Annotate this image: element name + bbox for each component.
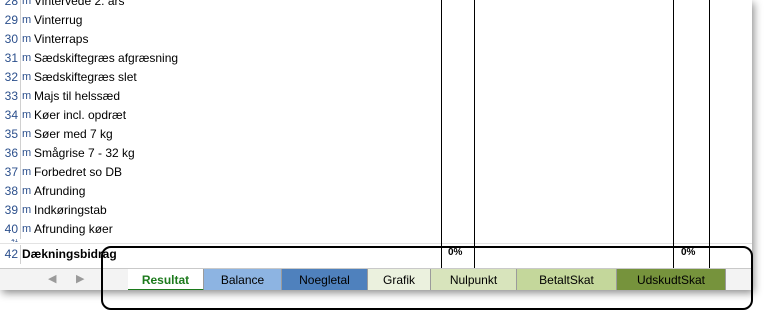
row-number[interactable]: 33 (4, 87, 18, 106)
sheet-row[interactable]: 38 m Afrunding (0, 182, 752, 201)
row-header-divider (20, 30, 21, 49)
sheet-row[interactable]: 33 m Majs til helssæd (0, 87, 752, 106)
sheet-row[interactable]: 32 m Sædskiftegræs slet (0, 68, 752, 87)
row-marker: m (22, 147, 32, 159)
row-header-divider (20, 182, 21, 201)
row-number[interactable]: 31 (4, 49, 18, 68)
row-header-divider (20, 144, 21, 163)
row-header-divider (20, 220, 21, 239)
row-marker: m (22, 185, 32, 197)
row-number[interactable]: 29 (4, 11, 18, 30)
row-header-divider (20, 125, 21, 144)
sheet-row[interactable]: 36 m Smågrise 7 - 32 kg (0, 144, 752, 163)
row-number[interactable]: 39 (4, 201, 18, 220)
row-label[interactable]: Søer med 7 kg (34, 125, 113, 144)
row-number[interactable]: 42 (4, 245, 18, 264)
row-label[interactable]: Køer incl. opdræt (34, 106, 126, 125)
row-label[interactable]: Sædskiftegræs slet (34, 68, 137, 87)
sheet-row[interactable]: 31 m Sædskiftegræs afgræsning (0, 49, 752, 68)
row-label[interactable]: Afrunding (34, 182, 85, 201)
row-marker: m (22, 166, 32, 178)
sheet-row[interactable]: 28 m Vintervede 2. års (0, 0, 752, 11)
row-header-divider (20, 245, 21, 264)
row-header-divider (20, 87, 21, 106)
row-number[interactable]: 34 (4, 106, 18, 125)
row-number[interactable]: 35 (4, 125, 18, 144)
row-label[interactable]: Vinterraps (34, 30, 88, 49)
row-label[interactable]: Vinterrug (34, 11, 82, 30)
sheet-row[interactable]: 40 m Afrunding køer (0, 220, 752, 239)
row-number[interactable]: 30 (4, 30, 18, 49)
scroll-tabs-left-icon[interactable]: ◀ (48, 272, 56, 285)
row-marker: m (22, 223, 32, 235)
sheet-row[interactable]: 30 m Vinterraps (0, 30, 752, 49)
row-marker: m (22, 71, 32, 83)
row-header-divider (20, 11, 21, 30)
row-divider (0, 243, 752, 244)
row-header-divider (20, 0, 21, 11)
row-label[interactable]: Smågrise 7 - 32 kg (34, 144, 135, 163)
column-border (709, 0, 710, 268)
row-label[interactable]: Afrunding køer (34, 220, 113, 239)
row-number[interactable]: 37 (4, 163, 18, 182)
row-header-divider (20, 106, 21, 125)
row-marker: m (22, 14, 32, 26)
sheet-row[interactable]: 35 m Søer med 7 kg (0, 125, 752, 144)
row-number[interactable]: 36 (4, 144, 18, 163)
sheet-row[interactable]: 39 m Indkøringstab (0, 201, 752, 220)
row-label[interactable]: Vintervede 2. års (34, 0, 125, 11)
row-marker: m (22, 109, 32, 121)
row-number[interactable]: 32 (4, 68, 18, 87)
sheet-row[interactable]: 29 m Vinterrug (0, 11, 752, 30)
row-header-divider (20, 68, 21, 87)
row-marker: m (22, 90, 32, 102)
scroll-tabs-right-icon[interactable]: ▶ (76, 272, 84, 285)
sheet-row[interactable]: 37 m Forbedret so DB (0, 163, 752, 182)
row-label[interactable]: Majs til helssæd (34, 87, 120, 106)
column-border (474, 0, 475, 268)
highlight-callout (101, 246, 753, 310)
row-number[interactable]: 40 (4, 220, 18, 239)
column-border (673, 0, 674, 268)
row-number[interactable]: 28 (4, 0, 18, 11)
row-label[interactable]: Forbedret so DB (34, 163, 122, 182)
row-marker: m (22, 204, 32, 216)
row-label[interactable]: Indkøringstab (34, 201, 107, 220)
row-number[interactable]: 38 (4, 182, 18, 201)
column-border (441, 0, 442, 268)
row-marker: m (22, 33, 32, 45)
row-header-divider (20, 201, 21, 220)
row-header-divider (20, 49, 21, 68)
row-marker: m (22, 128, 32, 140)
row-header-divider (20, 163, 21, 182)
row-marker: m (22, 52, 32, 64)
row-marker: m (22, 0, 32, 7)
sheet-row[interactable]: 34 m Køer incl. opdræt (0, 106, 752, 125)
worksheet-grid: 28 m Vintervede 2. års 29 m Vinterrug 30… (0, 0, 752, 268)
row-label[interactable]: Sædskiftegræs afgræsning (34, 49, 178, 68)
